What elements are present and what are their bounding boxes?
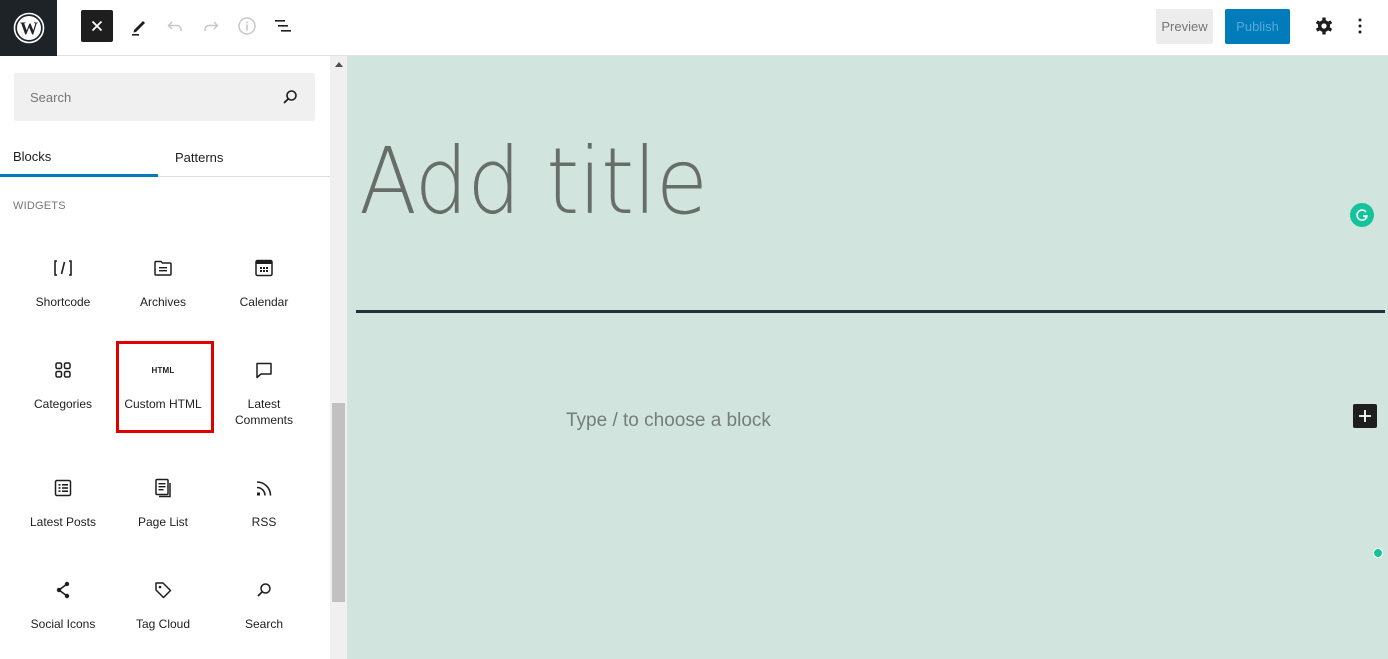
block-label: Search: [244, 617, 284, 631]
sidebar-scrollbar[interactable]: [330, 56, 347, 659]
undo-icon: [167, 21, 182, 31]
post-title-input[interactable]: Add title: [359, 128, 708, 235]
editor-header: W Preview Publish: [0, 0, 1388, 56]
search-icon: [252, 578, 276, 602]
tab-blocks[interactable]: Blocks: [0, 138, 158, 177]
block-categories[interactable]: Categories: [13, 344, 113, 412]
block-archives[interactable]: Archives: [113, 242, 213, 310]
close-inserter-button[interactable]: [81, 10, 113, 42]
plus-icon: [1359, 410, 1371, 422]
page-list-icon: [151, 476, 175, 500]
search-icon: [281, 88, 299, 106]
block-label: Latest Posts: [29, 515, 97, 529]
shortcode-icon: [51, 256, 75, 280]
pencil-icon: [132, 21, 145, 36]
info-icon: [238, 17, 256, 35]
scroll-up-button[interactable]: [330, 56, 347, 73]
categories-icon: [51, 358, 75, 382]
block-label: Social Icons: [30, 617, 96, 631]
block-shortcode[interactable]: Shortcode: [13, 242, 113, 310]
block-latest-posts[interactable]: Latest Posts: [13, 462, 113, 530]
block-label: Tag Cloud: [135, 617, 191, 631]
block-search[interactable]: Search: [214, 564, 314, 632]
svg-text:W: W: [20, 19, 38, 39]
options-button[interactable]: [1344, 10, 1376, 42]
block-calendar[interactable]: Calendar: [214, 242, 314, 310]
wordpress-icon: W: [13, 12, 44, 44]
block-label: Calendar: [239, 295, 289, 309]
inserter-tabs: Blocks Patterns: [0, 138, 330, 177]
share-icon: [51, 578, 75, 602]
block-page-list[interactable]: Page List: [113, 462, 213, 530]
archives-icon: [151, 256, 175, 280]
tag-icon: [151, 578, 175, 602]
more-vertical-icon: [1358, 18, 1362, 34]
grammarly-icon: [1356, 209, 1368, 221]
grammarly-button[interactable]: [1350, 203, 1374, 227]
widgets-section-title: WIDGETS: [13, 200, 66, 212]
close-icon: [91, 20, 103, 32]
block-tag-cloud[interactable]: Tag Cloud: [113, 564, 213, 632]
tab-patterns[interactable]: Patterns: [175, 138, 330, 177]
block-label: Latest Comments: [234, 397, 293, 427]
settings-button[interactable]: [1308, 10, 1340, 42]
block-custom-html[interactable]: HTML Custom HTML: [113, 344, 213, 412]
comment-icon: [252, 358, 276, 382]
title-separator: [356, 310, 1385, 313]
gear-icon: [1316, 17, 1332, 35]
block-label: RSS: [251, 515, 277, 529]
grammarly-status-dot: [1373, 548, 1383, 558]
scrollbar-thumb[interactable]: [332, 403, 345, 602]
block-label: Custom HTML: [124, 397, 202, 411]
redo-button[interactable]: [195, 10, 227, 42]
rss-icon: [252, 476, 276, 500]
block-social-icons[interactable]: Social Icons: [13, 564, 113, 632]
html-icon-text: HTML: [151, 365, 175, 375]
tools-button[interactable]: [123, 10, 155, 42]
block-search-input[interactable]: [14, 73, 274, 121]
latest-posts-icon: [51, 476, 75, 500]
block-label: Shortcode: [35, 295, 91, 309]
add-block-button[interactable]: [1353, 404, 1377, 428]
wordpress-logo-button[interactable]: W: [0, 0, 57, 56]
editor-canvas: Add title Type / to choose a block: [347, 56, 1388, 659]
block-label: Categories: [33, 397, 93, 411]
block-latest-comments[interactable]: Latest Comments: [214, 344, 314, 428]
block-search: [14, 73, 315, 121]
list-view-icon: [275, 20, 291, 32]
list-view-button[interactable]: [267, 10, 299, 42]
undo-button[interactable]: [159, 10, 191, 42]
calendar-icon: [252, 256, 276, 280]
block-appender-placeholder[interactable]: Type / to choose a block: [566, 410, 771, 432]
block-label: Archives: [139, 295, 186, 309]
redo-icon: [204, 21, 219, 31]
details-button[interactable]: [231, 10, 263, 42]
publish-button[interactable]: Publish: [1225, 9, 1290, 44]
block-label: Page List: [137, 515, 189, 529]
caret-up-icon: [334, 62, 343, 67]
preview-button[interactable]: Preview: [1156, 9, 1213, 44]
html-icon: HTML: [151, 358, 175, 382]
block-rss[interactable]: RSS: [214, 462, 314, 530]
